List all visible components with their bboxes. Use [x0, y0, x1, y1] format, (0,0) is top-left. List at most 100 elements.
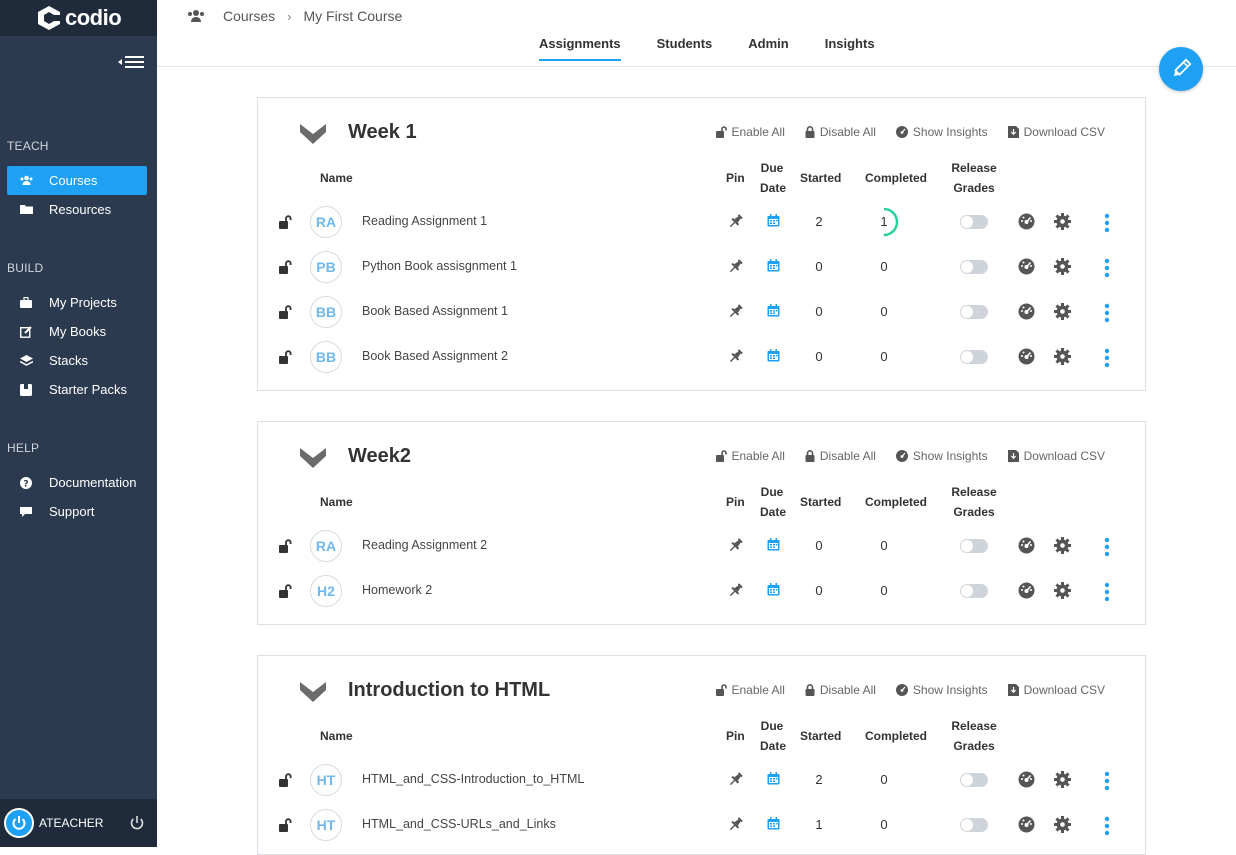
breadcrumb-courses[interactable]: Courses [223, 8, 275, 24]
pin-icon[interactable] [728, 816, 744, 832]
download-csv-button[interactable]: Download CSV [1007, 125, 1105, 139]
assignment-name[interactable]: Python Book assisgnment 1 [362, 259, 517, 273]
sidebar-item-stacks[interactable]: Stacks [7, 346, 147, 375]
pin-icon[interactable] [728, 771, 744, 787]
unlock-icon[interactable] [278, 260, 292, 274]
assignment-name[interactable]: Book Based Assignment 2 [362, 349, 508, 363]
pin-icon[interactable] [728, 348, 744, 364]
user-power-icon [12, 816, 26, 830]
gear-icon[interactable] [1054, 771, 1071, 788]
more-options-icon[interactable] [1104, 303, 1110, 323]
insights-icon[interactable] [1018, 258, 1035, 275]
disable-all-button[interactable]: Disable All [805, 683, 876, 697]
more-options-icon[interactable] [1104, 537, 1110, 557]
insights-icon[interactable] [1018, 771, 1035, 788]
pin-icon[interactable] [728, 303, 744, 319]
gear-icon[interactable] [1054, 258, 1071, 275]
sidebar-item-starter-packs[interactable]: Starter Packs [7, 375, 147, 404]
assignment-name[interactable]: Homework 2 [362, 583, 432, 597]
calendar-icon[interactable] [767, 259, 780, 272]
calendar-icon[interactable] [767, 772, 780, 785]
unlock-icon[interactable] [278, 584, 292, 598]
assignment-name[interactable]: Reading Assignment 2 [362, 538, 487, 552]
edit-course-button[interactable] [1159, 47, 1203, 91]
gear-icon[interactable] [1054, 582, 1071, 599]
logo[interactable]: codio [0, 0, 157, 36]
logout-icon[interactable] [129, 815, 145, 831]
unlock-icon[interactable] [278, 305, 292, 319]
insights-icon[interactable] [1018, 303, 1035, 320]
sidebar-item-label: Starter Packs [49, 382, 128, 397]
sidebar-item-my-books[interactable]: My Books [7, 317, 147, 346]
collapse-menu-icon[interactable] [118, 54, 146, 70]
more-options-icon[interactable] [1104, 771, 1110, 791]
sidebar-item-support[interactable]: Support [7, 497, 147, 526]
sidebar-item-my-projects[interactable]: My Projects [7, 288, 147, 317]
enable-all-button[interactable]: Enable All [715, 449, 785, 463]
unlock-icon[interactable] [278, 215, 292, 229]
show-insights-button[interactable]: Show Insights [895, 125, 988, 139]
unlock-icon[interactable] [278, 350, 292, 364]
release-grades-toggle[interactable] [960, 215, 988, 229]
chevron-down-icon[interactable] [300, 124, 326, 144]
pin-icon[interactable] [728, 582, 744, 598]
release-grades-toggle[interactable] [960, 305, 988, 319]
more-options-icon[interactable] [1104, 258, 1110, 278]
insights-icon[interactable] [1018, 213, 1035, 230]
avatar[interactable] [4, 808, 34, 838]
download-csv-button[interactable]: Download CSV [1007, 683, 1105, 697]
assignment-name[interactable]: HTML_and_CSS-Introduction_to_HTML [362, 772, 584, 786]
release-grades-toggle[interactable] [960, 773, 988, 787]
gear-icon[interactable] [1054, 303, 1071, 320]
assignment-name[interactable]: HTML_and_CSS-URLs_and_Links [362, 817, 556, 831]
disable-all-button[interactable]: Disable All [805, 449, 876, 463]
unlock-icon[interactable] [278, 539, 292, 553]
pin-icon[interactable] [728, 258, 744, 274]
release-grades-toggle[interactable] [960, 350, 988, 364]
release-grades-toggle[interactable] [960, 260, 988, 274]
insights-icon[interactable] [1018, 816, 1035, 833]
release-grades-toggle[interactable] [960, 539, 988, 553]
insights-icon[interactable] [1018, 537, 1035, 554]
tab-insights[interactable]: Insights [825, 36, 875, 61]
module-card-3: Introduction to HTML Enable All Disable … [257, 655, 1146, 855]
unlock-icon[interactable] [278, 818, 292, 832]
calendar-icon[interactable] [767, 817, 780, 830]
enable-all-button[interactable]: Enable All [715, 683, 785, 697]
insights-icon[interactable] [1018, 582, 1035, 599]
release-grades-toggle[interactable] [960, 584, 988, 598]
assignment-name[interactable]: Reading Assignment 1 [362, 214, 487, 228]
more-options-icon[interactable] [1104, 582, 1110, 602]
gear-icon[interactable] [1054, 537, 1071, 554]
pin-icon[interactable] [728, 213, 744, 229]
gear-icon[interactable] [1054, 816, 1071, 833]
chevron-down-icon[interactable] [300, 448, 326, 468]
show-insights-button[interactable]: Show Insights [895, 683, 988, 697]
unlock-icon[interactable] [278, 773, 292, 787]
sidebar-item-resources[interactable]: Resources [7, 195, 147, 224]
calendar-icon[interactable] [767, 304, 780, 317]
insights-icon[interactable] [1018, 348, 1035, 365]
calendar-icon[interactable] [767, 214, 780, 227]
download-csv-button[interactable]: Download CSV [1007, 449, 1105, 463]
tab-students[interactable]: Students [657, 36, 713, 61]
chevron-down-icon[interactable] [300, 682, 326, 702]
tab-assignments[interactable]: Assignments [539, 36, 621, 61]
show-insights-button[interactable]: Show Insights [895, 449, 988, 463]
disable-all-button[interactable]: Disable All [805, 125, 876, 139]
more-options-icon[interactable] [1104, 348, 1110, 368]
calendar-icon[interactable] [767, 349, 780, 362]
gear-icon[interactable] [1054, 348, 1071, 365]
pin-icon[interactable] [728, 537, 744, 553]
gear-icon[interactable] [1054, 213, 1071, 230]
calendar-icon[interactable] [767, 538, 780, 551]
sidebar-item-documentation[interactable]: ? Documentation [7, 468, 147, 497]
sidebar-item-courses[interactable]: Courses [7, 166, 147, 195]
release-grades-toggle[interactable] [960, 818, 988, 832]
more-options-icon[interactable] [1104, 213, 1110, 233]
tab-admin[interactable]: Admin [748, 36, 788, 61]
enable-all-button[interactable]: Enable All [715, 125, 785, 139]
assignment-name[interactable]: Book Based Assignment 1 [362, 304, 508, 318]
calendar-icon[interactable] [767, 583, 780, 596]
more-options-icon[interactable] [1104, 816, 1110, 836]
